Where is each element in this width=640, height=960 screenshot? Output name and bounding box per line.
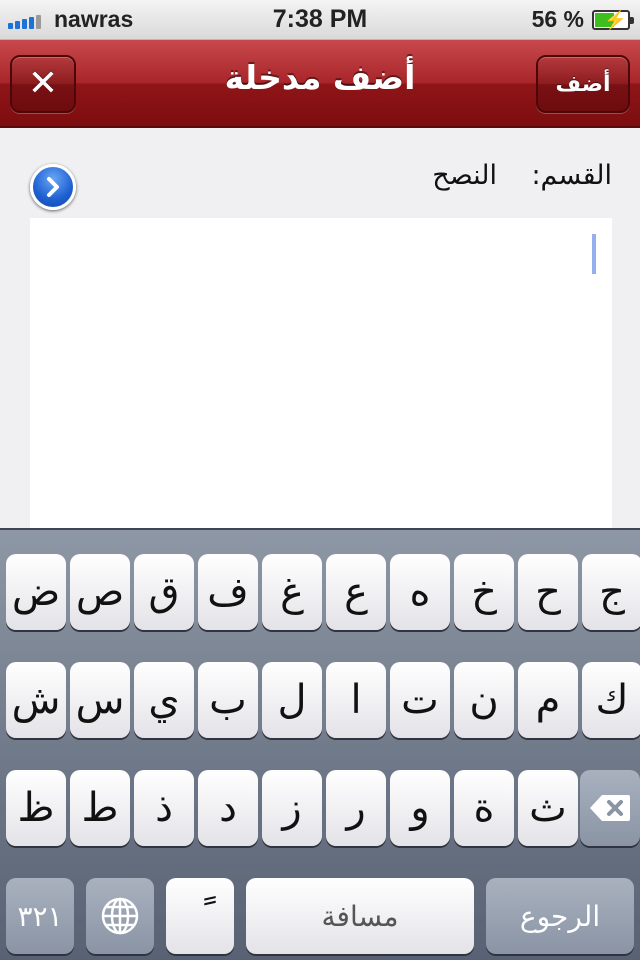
backspace-key[interactable] — [580, 770, 640, 846]
key-row2-5[interactable]: ا — [326, 662, 386, 738]
close-icon: ✕ — [27, 63, 59, 104]
keyboard-row-3: ثةورزدذطظ — [0, 770, 640, 848]
keyboard-row-1: جحخهعغفقصض — [0, 554, 640, 632]
space-key[interactable]: مسافة — [246, 878, 474, 954]
key-row3-9[interactable]: ظ — [6, 770, 66, 846]
key-row2-2[interactable]: م — [518, 662, 578, 738]
key-row2-4[interactable]: ت — [390, 662, 450, 738]
key-row3-8[interactable]: ط — [70, 770, 130, 846]
key-row2-6[interactable]: ل — [262, 662, 322, 738]
entry-text-area[interactable] — [30, 218, 612, 538]
globe-key[interactable] — [86, 878, 154, 954]
arabic-keyboard: جحخهعغفقصض كمنتالبيسش ثةورزدذطظ ٣٢١ ً مس… — [0, 528, 640, 960]
globe-icon — [101, 897, 139, 935]
key-row2-8[interactable]: ي — [134, 662, 194, 738]
key-row3-6[interactable]: د — [198, 770, 258, 846]
close-button[interactable]: ✕ — [10, 55, 76, 113]
text-caret — [592, 234, 596, 274]
key-row1-1[interactable]: ج — [582, 554, 640, 630]
key-row1-9[interactable]: ص — [70, 554, 130, 630]
category-value: النصح — [432, 160, 497, 191]
keyboard-row-4: ٣٢١ ً مسافة الرجوع — [0, 878, 640, 956]
key-row2-9[interactable]: س — [70, 662, 130, 738]
diacritic-key[interactable]: ً — [166, 878, 234, 954]
navigation-bar: ✕ أضف مدخلة أضف — [0, 40, 640, 128]
category-disclosure-button[interactable] — [30, 164, 76, 210]
key-row3-1[interactable]: ث — [518, 770, 578, 846]
category-row: القسم: النصح — [292, 160, 612, 204]
key-row1-5[interactable]: ع — [326, 554, 386, 630]
key-row1-2[interactable]: ح — [518, 554, 578, 630]
chevron-right-icon — [47, 177, 59, 197]
key-row3-5[interactable]: ز — [262, 770, 322, 846]
keyboard-row-2: كمنتالبيسش — [0, 662, 640, 740]
numbers-key[interactable]: ٣٢١ — [6, 878, 74, 954]
key-row2-1[interactable]: ك — [582, 662, 640, 738]
key-row1-3[interactable]: خ — [454, 554, 514, 630]
key-row1-10[interactable]: ض — [6, 554, 66, 630]
key-row2-3[interactable]: ن — [454, 662, 514, 738]
key-row3-2[interactable]: ة — [454, 770, 514, 846]
key-row3-7[interactable]: ذ — [134, 770, 194, 846]
key-row3-4[interactable]: ر — [326, 770, 386, 846]
category-label: القسم: — [531, 160, 612, 191]
key-row1-7[interactable]: ف — [198, 554, 258, 630]
battery-percent: 56 % — [531, 6, 584, 32]
battery-icon: ⚡ — [592, 10, 634, 30]
key-row1-6[interactable]: غ — [262, 554, 322, 630]
return-key[interactable]: الرجوع — [486, 878, 634, 954]
page-title: أضف مدخلة — [224, 58, 416, 97]
add-button[interactable]: أضف — [536, 55, 630, 113]
key-row1-4[interactable]: ه — [390, 554, 450, 630]
status-bar: nawras 7:38 PM 56 % ⚡ — [0, 0, 640, 40]
key-row1-8[interactable]: ق — [134, 554, 194, 630]
key-row2-7[interactable]: ب — [198, 662, 258, 738]
key-row2-10[interactable]: ش — [6, 662, 66, 738]
backspace-icon — [590, 795, 630, 821]
key-row3-3[interactable]: و — [390, 770, 450, 846]
